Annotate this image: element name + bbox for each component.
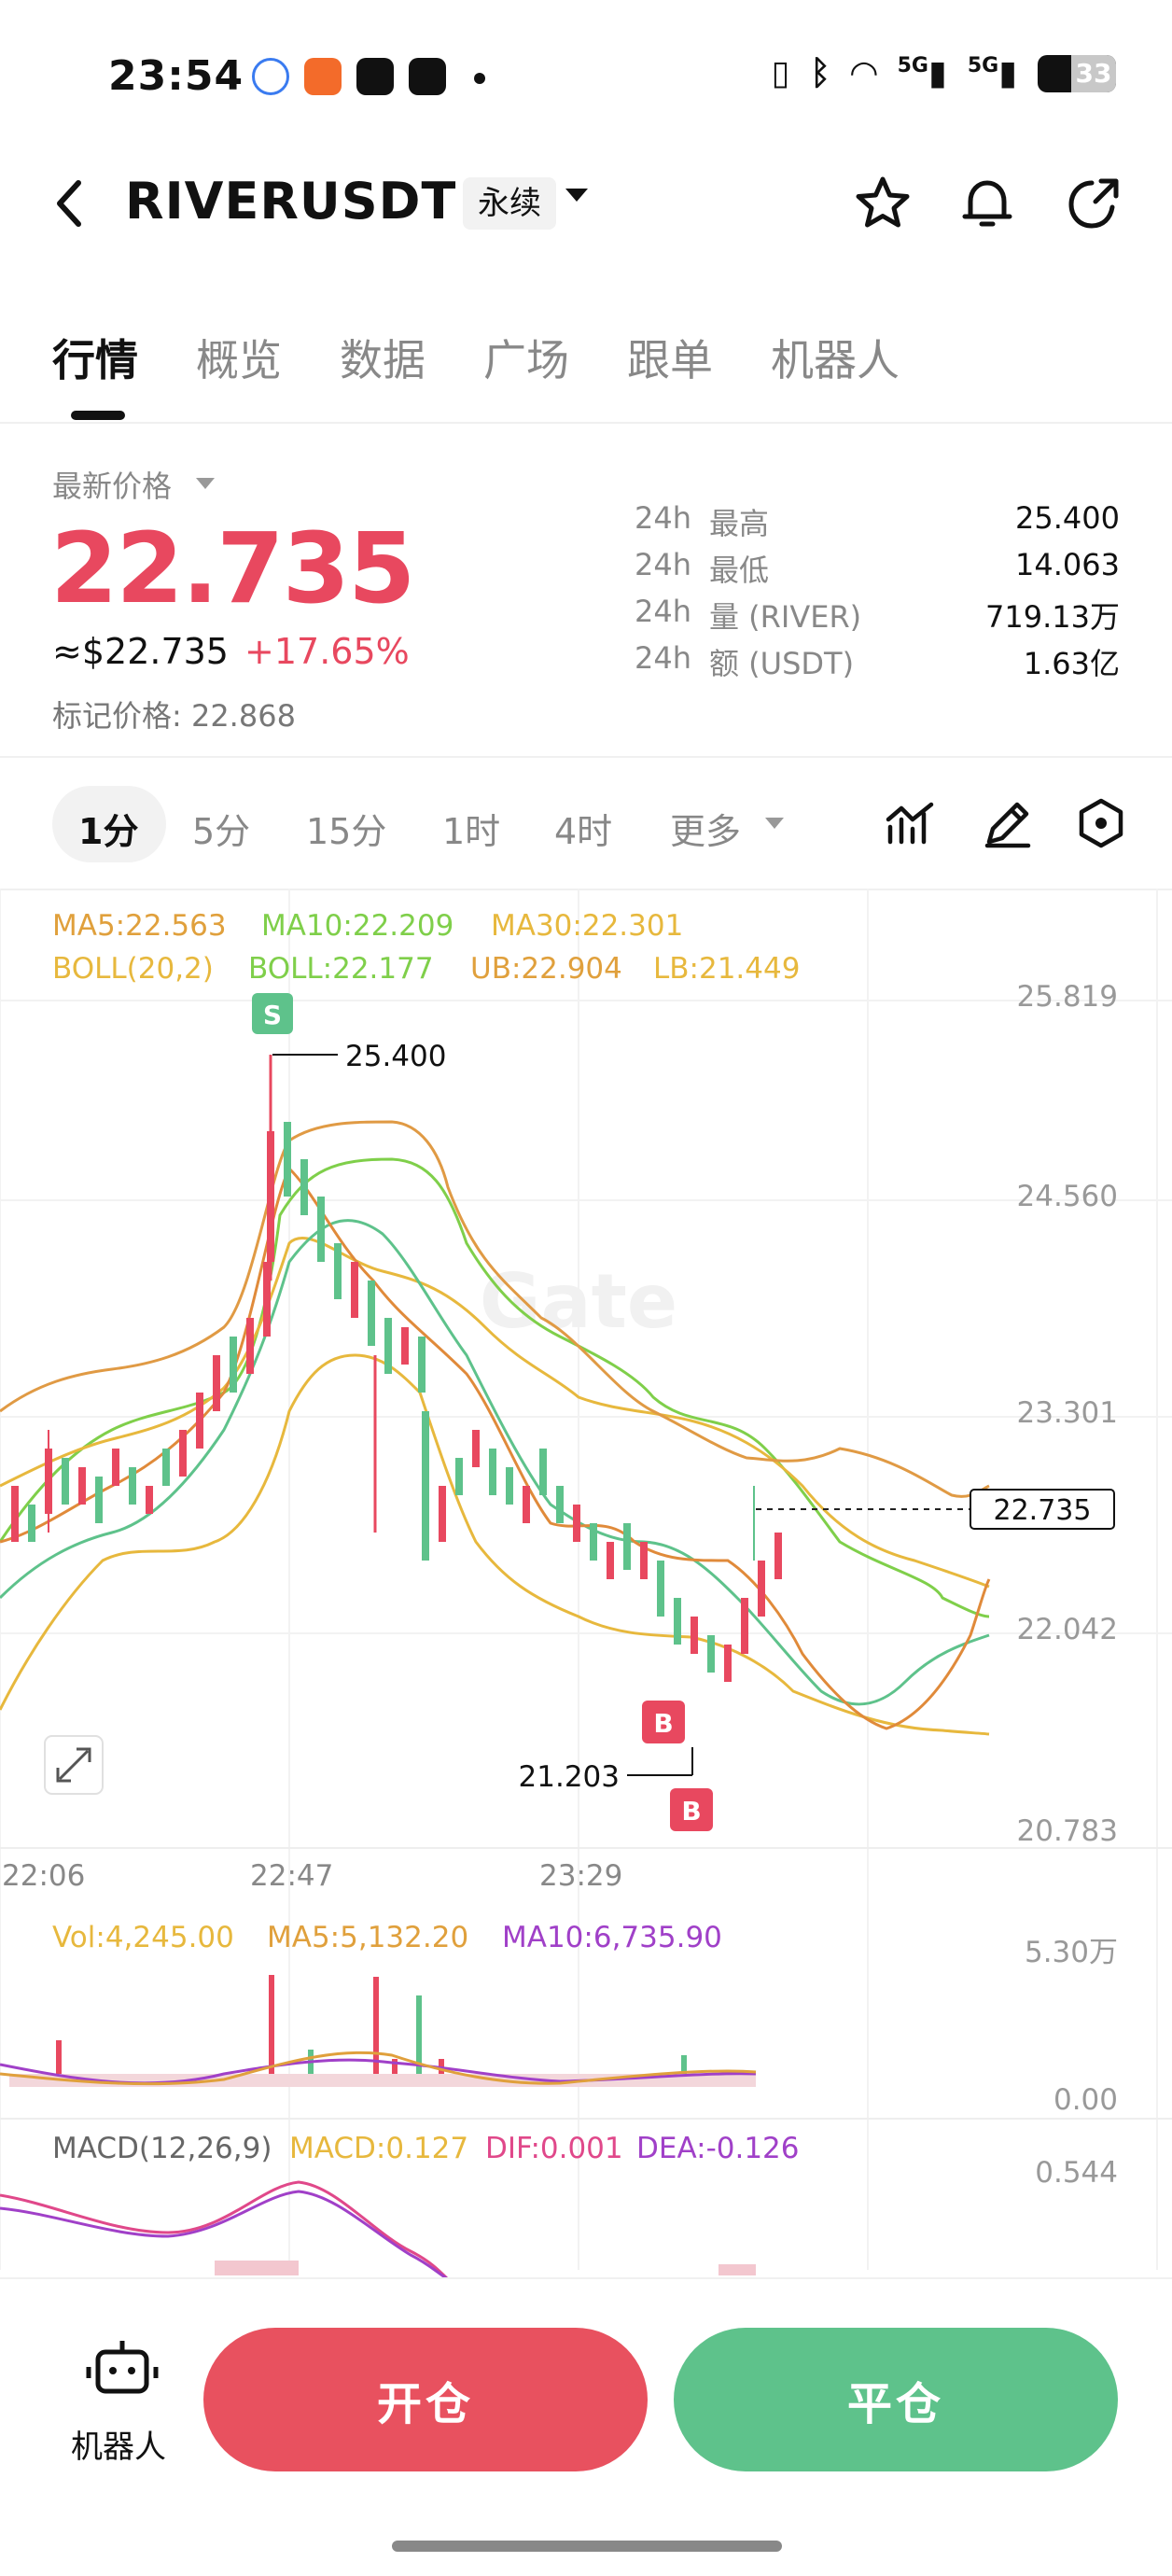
chevron-down-icon[interactable]: [565, 189, 588, 202]
contract-type-chip[interactable]: 永续: [463, 177, 556, 230]
y-tick: 23.301: [1017, 1396, 1118, 1430]
usd-price: ≈$22.735: [52, 631, 229, 672]
legend-vol: Vol:4,245.00: [52, 1921, 234, 1954]
app-icon-orange: [304, 58, 342, 95]
status-time: 23:54: [108, 52, 244, 100]
stat-label-low: 最低: [709, 553, 770, 588]
tab-underline: [71, 411, 125, 420]
legend-dif: DIF:0.001: [485, 2132, 623, 2165]
x-tick: 22:47: [250, 1859, 333, 1893]
stat-value-low: 14.063: [1015, 547, 1120, 582]
y-tick: 22.042: [1017, 1613, 1118, 1646]
tab-bot[interactable]: 机器人: [771, 327, 900, 388]
app-icon-browser: [252, 58, 289, 95]
stat-value-high: 25.400: [1015, 500, 1120, 536]
interval-1m[interactable]: 1分: [78, 803, 138, 854]
low-marker-text: 21.203: [519, 1760, 620, 1794]
open-position-button[interactable]: 开仓: [203, 2328, 648, 2471]
chevron-down-icon[interactable]: [765, 818, 784, 829]
legend-ma5: MA5:22.563: [52, 909, 227, 943]
signal-icon-1: 5G▮: [897, 54, 947, 92]
divider: [0, 2277, 1172, 2279]
price-change: +17.65%: [244, 631, 410, 672]
tab-data[interactable]: 数据: [340, 327, 426, 388]
y-tick: 25.819: [1017, 980, 1118, 1014]
volume-y-tick: 0.00: [1053, 2083, 1118, 2117]
settings-hex-icon[interactable]: [1073, 795, 1129, 851]
home-indicator[interactable]: [392, 2541, 782, 2552]
stat-period: 24h: [635, 594, 691, 629]
interval-4h[interactable]: 4时: [554, 803, 612, 854]
indicator-icon[interactable]: [883, 795, 939, 851]
current-price-tag-text: 22.735: [994, 1494, 1092, 1527]
share-icon[interactable]: [1064, 174, 1123, 233]
tab-square[interactable]: 广场: [483, 327, 569, 388]
macd-y-tick: 0.544: [1035, 2156, 1118, 2190]
divider: [0, 422, 1172, 424]
chevron-down-icon[interactable]: [196, 478, 215, 489]
legend-ub: UB:22.904: [470, 952, 622, 986]
star-icon[interactable]: [853, 174, 913, 233]
interval-5m[interactable]: 5分: [192, 803, 250, 854]
price-label[interactable]: 最新价格: [52, 463, 172, 506]
legend-lb: LB:21.449: [653, 952, 800, 986]
legend-ma30: MA30:22.301: [491, 909, 683, 943]
bluetooth-icon: ᛒ: [810, 54, 830, 92]
back-icon[interactable]: [50, 174, 88, 244]
buy-marker-text: B: [653, 1708, 673, 1739]
volume-y-tick: 5.30万: [1025, 1936, 1118, 1969]
stat-period: 24h: [635, 500, 691, 536]
legend-ma10: MA10:22.209: [261, 909, 453, 943]
stat-value-turnover: 1.63亿: [1023, 646, 1120, 681]
price-chart[interactable]: Gate MA5:22.563 MA10:22.209 MA30:22.301 …: [0, 889, 1172, 2279]
stat-period: 24h: [635, 640, 691, 676]
stat-label-volume: 量 (RIVER): [709, 599, 862, 635]
sell-marker-text: S: [263, 1000, 282, 1030]
macd-histogram: [215, 2261, 756, 2275]
battery-icon: 33: [1038, 54, 1116, 92]
bell-icon[interactable]: [957, 174, 1017, 233]
y-tick: 20.783: [1017, 1814, 1118, 1848]
buy-marker-text: B: [681, 1796, 701, 1827]
interval-more[interactable]: 更多: [670, 803, 741, 854]
app-icon-dots: [409, 58, 446, 95]
legend-dea: DEA:-0.126: [636, 2132, 800, 2165]
robot-label[interactable]: 机器人: [71, 2421, 183, 2467]
tab-market[interactable]: 行情: [52, 327, 138, 388]
interval-15m[interactable]: 15分: [306, 803, 386, 854]
tab-overview[interactable]: 概览: [196, 327, 282, 388]
wifi-icon: ◠: [850, 54, 877, 92]
interval-1h[interactable]: 1时: [442, 803, 500, 854]
mark-price: 标记价格: 22.868: [52, 698, 296, 734]
app-icon-tiktok: [356, 58, 394, 95]
stat-label-turnover: 额 (USDT): [709, 646, 855, 681]
ma10-line: [0, 1157, 990, 1618]
high-marker-text: 25.400: [345, 1040, 446, 1073]
stat-period: 24h: [635, 547, 691, 582]
legend-macd-params: MACD(12,26,9): [52, 2132, 272, 2165]
stat-value-volume: 719.13万: [985, 599, 1120, 635]
vibrate-icon: ▯: [771, 54, 790, 92]
pencil-icon[interactable]: [980, 795, 1036, 851]
status-right: ▯ ᛒ ◠ 5G▮ 5G▮ 33: [772, 54, 1116, 92]
signal-icon-2: 5G▮: [967, 54, 1017, 92]
legend-boll: BOLL(20,2): [52, 952, 214, 986]
robot-icon[interactable]: [71, 2333, 174, 2412]
x-tick: 22:06: [2, 1859, 85, 1893]
volume-bars: [9, 1975, 756, 2087]
tab-copy-trade[interactable]: 跟单: [627, 327, 713, 388]
legend-vol-ma5: MA5:5,132.20: [267, 1921, 468, 1954]
x-tick: 23:29: [539, 1859, 622, 1893]
notification-dot-icon: [474, 73, 485, 84]
divider: [0, 756, 1172, 758]
close-position-button[interactable]: 平仓: [674, 2328, 1118, 2471]
legend-vol-ma10: MA10:6,735.90: [502, 1921, 722, 1954]
legend-boll-mid: BOLL:22.177: [248, 952, 434, 986]
legend-macd: MACD:0.127: [289, 2132, 468, 2165]
y-tick: 24.560: [1017, 1180, 1118, 1213]
last-price: 22.735: [50, 511, 415, 625]
symbol-title[interactable]: RIVERUSDT: [125, 172, 456, 231]
stat-label-high: 最高: [709, 506, 770, 541]
